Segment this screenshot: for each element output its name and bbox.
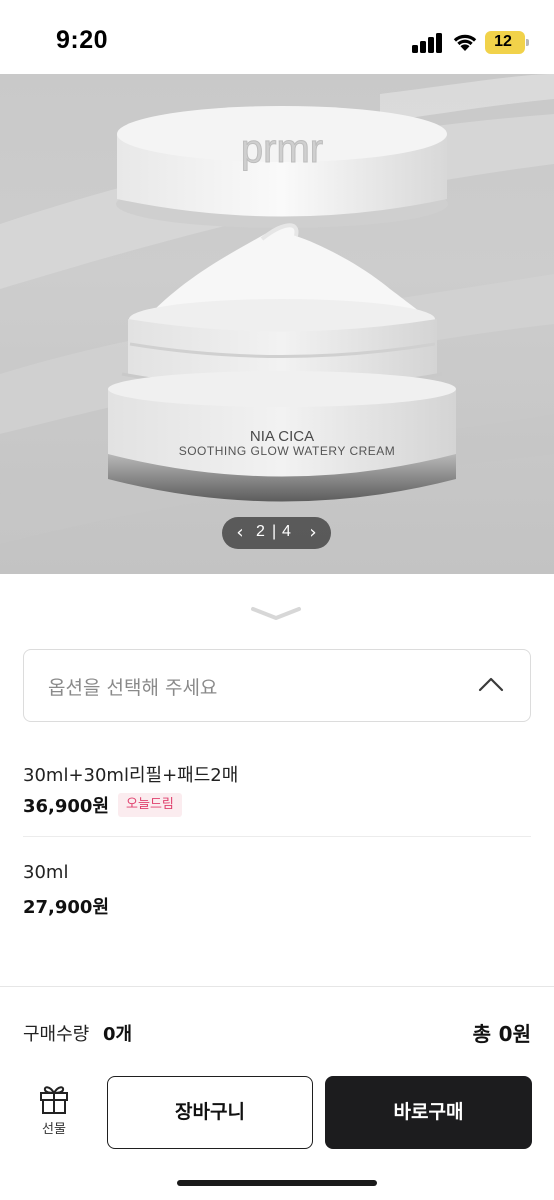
status-bar: 9:20 12 bbox=[0, 0, 554, 74]
quantity-label: 구매수량 bbox=[23, 1024, 90, 1045]
battery-level: 12 bbox=[494, 33, 512, 50]
cellular-signal-icon bbox=[412, 33, 444, 53]
option-list-item[interactable]: 30ml 27,900원 bbox=[23, 862, 531, 938]
gift-label: 선물 bbox=[42, 1122, 66, 1137]
buy-now-button[interactable]: 바로구매 bbox=[325, 1076, 532, 1149]
pager-current: 2 bbox=[256, 523, 265, 540]
quantity-value: 0개 bbox=[103, 1024, 133, 1045]
total-label: 총 bbox=[472, 1022, 491, 1046]
option-select[interactable]: 옵션을 선택해 주세요 bbox=[23, 649, 531, 722]
total-value: 0원 bbox=[498, 1022, 531, 1046]
product-jar-illustration: prmr NIA CICA SOOTHING GLOW WATERY CREAM bbox=[0, 74, 554, 544]
wifi-icon bbox=[453, 34, 477, 51]
product-image[interactable]: prmr NIA CICA SOOTHING GLOW WATERY CREAM… bbox=[0, 74, 554, 574]
option-price: 36,900원 bbox=[23, 796, 110, 817]
option-name: 30ml bbox=[23, 862, 69, 883]
sheet-collapse-chevron-icon[interactable] bbox=[250, 604, 302, 624]
chevron-left-icon[interactable]: ‹ bbox=[229, 521, 251, 545]
add-to-cart-button[interactable]: 장바구니 bbox=[107, 1076, 313, 1149]
home-indicator bbox=[177, 1180, 377, 1186]
image-pager: ‹ 2 | 4 › bbox=[222, 517, 331, 549]
option-list-item[interactable]: 30ml+30ml리필+패드2매 36,900원 오늘드림 bbox=[23, 761, 531, 837]
today-delivery-badge: 오늘드림 bbox=[118, 793, 182, 817]
pager-separator: | bbox=[272, 523, 277, 540]
gift-icon bbox=[40, 1086, 68, 1114]
battery-icon: 12 bbox=[485, 31, 529, 54]
divider bbox=[0, 986, 554, 987]
status-time: 9:20 bbox=[56, 26, 109, 54]
option-name: 30ml+30ml리필+패드2매 bbox=[23, 765, 239, 786]
option-bottom-sheet: 옵션을 선택해 주세요 30ml+30ml리필+패드2매 36,900원 오늘드… bbox=[0, 590, 554, 1200]
pager-total: 4 bbox=[282, 523, 291, 540]
option-price: 27,900원 bbox=[23, 897, 110, 918]
product-subtitle-label: SOOTHING GLOW WATERY CREAM bbox=[179, 444, 396, 458]
product-line-label: NIA CICA bbox=[250, 428, 314, 445]
purchase-summary: 구매수량 0개 총 0원 bbox=[23, 1018, 531, 1048]
chevron-up-icon bbox=[478, 677, 504, 692]
brand-logo: prmr bbox=[241, 127, 323, 171]
chevron-right-icon[interactable]: › bbox=[302, 521, 324, 545]
gift-button[interactable]: 선물 bbox=[33, 1084, 75, 1144]
option-select-placeholder: 옵션을 선택해 주세요 bbox=[48, 677, 218, 699]
